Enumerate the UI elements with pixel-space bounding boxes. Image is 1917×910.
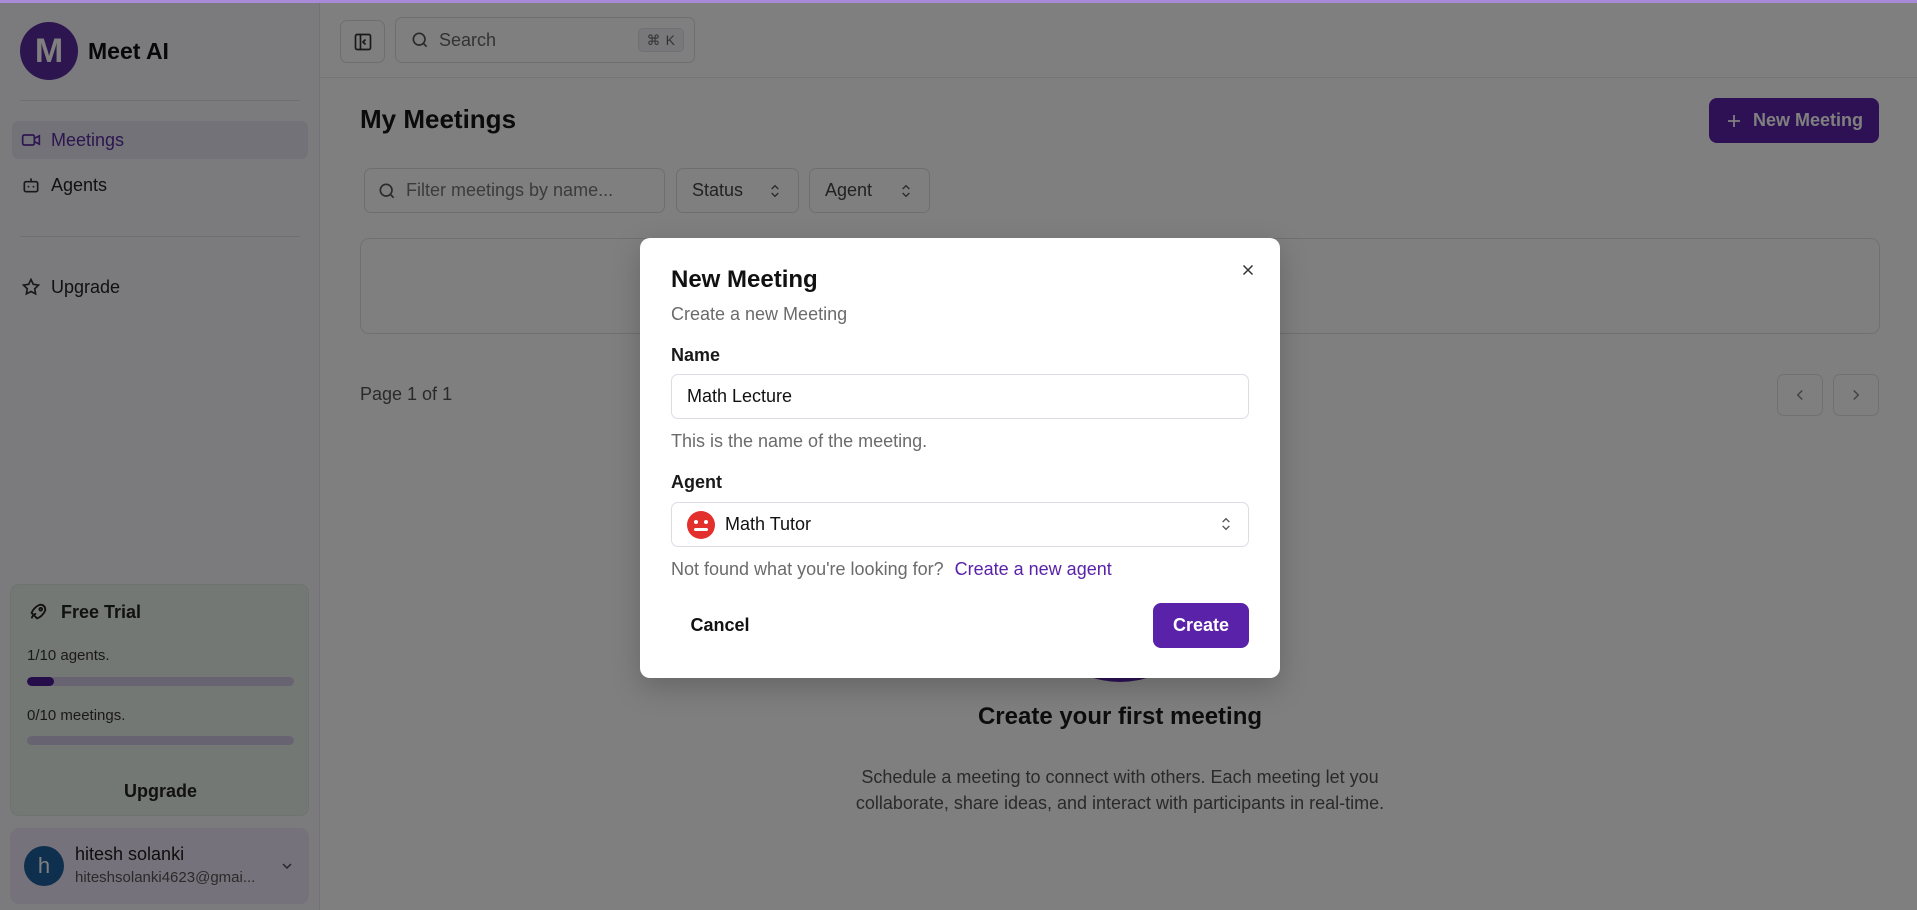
dialog-subtitle: Create a new Meeting <box>671 304 848 324</box>
create-agent-link[interactable]: Create a new agent <box>955 559 1112 579</box>
top-accent-line <box>0 0 1917 3</box>
create-button[interactable]: Create <box>1153 603 1249 648</box>
agent-select[interactable]: Math Tutor <box>671 502 1249 547</box>
agent-label: Agent <box>671 472 722 492</box>
cancel-button[interactable]: Cancel <box>671 603 769 648</box>
dialog-title: New Meeting <box>671 266 818 293</box>
agent-select-value: Math Tutor <box>725 514 812 534</box>
chevron-up-down-icon <box>1222 517 1230 531</box>
name-label: Name <box>671 345 721 365</box>
not-found-text: Not found what you're looking for? <box>671 559 944 579</box>
close-icon <box>1242 264 1254 276</box>
name-help-text: This is the name of the meeting. <box>671 431 928 451</box>
agent-help-text: Not found what you're looking for? Creat… <box>671 559 1112 580</box>
new-meeting-dialog: New Meeting Create a new Meeting Name Th… <box>640 238 1280 678</box>
close-button[interactable] <box>1236 258 1260 282</box>
meeting-name-input[interactable] <box>671 374 1249 419</box>
agent-avatar <box>687 510 715 539</box>
